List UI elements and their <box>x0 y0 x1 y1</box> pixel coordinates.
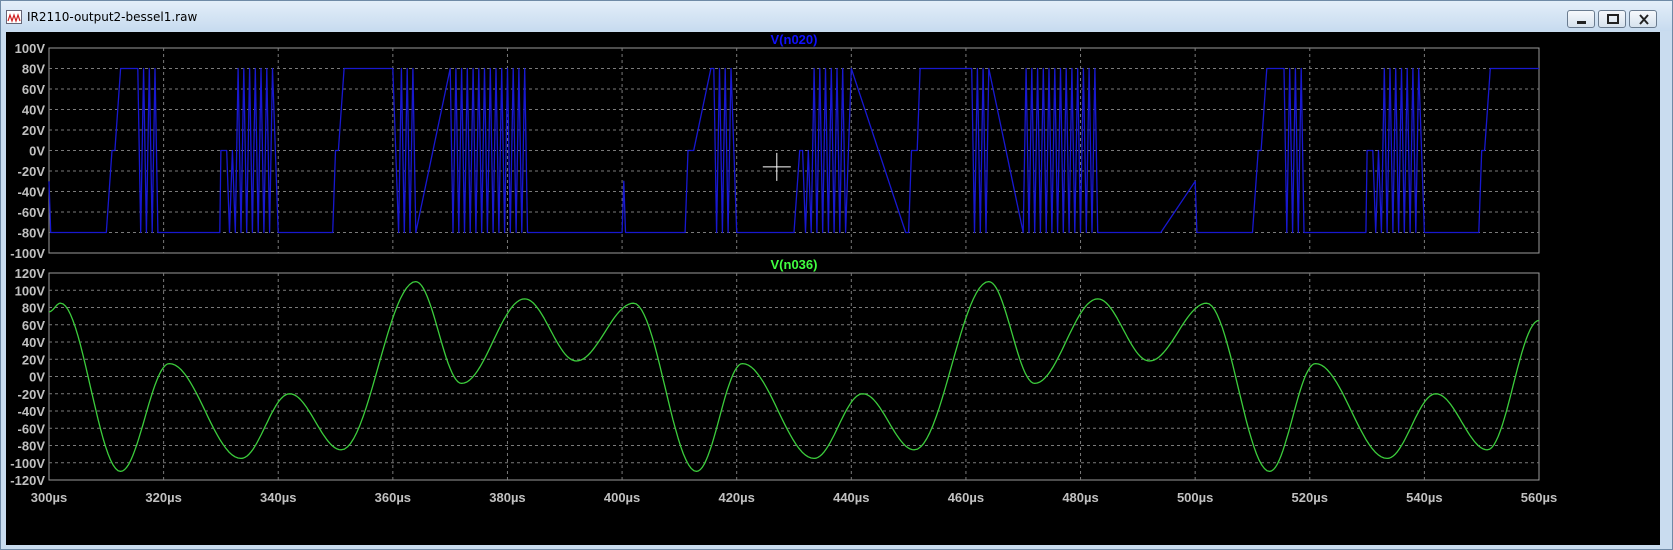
y-tick-label: 0V <box>29 370 45 385</box>
y-tick-label: 0V <box>29 144 45 159</box>
pane-title: V(n020) <box>771 32 818 47</box>
maximize-button[interactable] <box>1598 10 1626 28</box>
y-tick-label: 40V <box>22 103 45 118</box>
x-tick-label: 480µs <box>1062 490 1098 505</box>
y-tick-label: 40V <box>22 335 45 350</box>
y-tick-label: -100V <box>10 246 45 261</box>
y-tick-label: -60V <box>18 421 46 436</box>
window-title: IR2110-output2-bessel1.raw <box>27 10 198 24</box>
y-tick-label: -40V <box>18 185 46 200</box>
y-tick-label: -20V <box>18 387 46 402</box>
x-tick-label: 460µs <box>948 490 984 505</box>
x-tick-label: 380µs <box>489 490 525 505</box>
x-tick-label: 540µs <box>1406 490 1442 505</box>
y-tick-label: 80V <box>22 301 45 316</box>
plot-area[interactable]: 100V 80V 60V 40V 20V 0V -20V -40V -60V -80V -100V V… <box>6 32 1660 545</box>
waveform-window: IR2110-output2-bessel1.raw 100V 80V 60V 40V… <box>0 0 1673 550</box>
y-tick-label: 100V <box>15 41 46 56</box>
y-tick-label: 20V <box>22 352 45 367</box>
close-button[interactable] <box>1629 10 1657 28</box>
y-tick-label: 20V <box>22 123 45 138</box>
y-tick-label: -80V <box>18 439 46 454</box>
y-tick-label: 80V <box>22 62 45 77</box>
y-tick-label: -60V <box>18 205 46 220</box>
x-tick-label: 500µs <box>1177 490 1213 505</box>
close-icon <box>1639 14 1649 25</box>
y-tick-label: 120V <box>15 266 46 281</box>
minimize-icon <box>1577 21 1586 24</box>
y-tick-label: 60V <box>22 82 45 97</box>
y-tick-label: -120V <box>10 473 45 488</box>
x-tick-label: 400µs <box>604 490 640 505</box>
y-tick-label: 100V <box>15 283 46 298</box>
x-tick-label: 300µs <box>31 490 67 505</box>
pane-title: V(n036) <box>771 257 818 272</box>
x-tick-label: 360µs <box>375 490 411 505</box>
y-tick-label: -20V <box>18 164 46 179</box>
restore-icon <box>1607 14 1619 24</box>
y-tick-label: -80V <box>18 226 46 241</box>
y-tick-label: -40V <box>18 404 46 419</box>
x-tick-label: 560µs <box>1521 490 1557 505</box>
y-tick-label: 60V <box>22 318 45 333</box>
x-tick-label: 340µs <box>260 490 296 505</box>
x-tick-label: 420µs <box>718 490 754 505</box>
waveform-plots[interactable]: 100V 80V 60V 40V 20V 0V -20V -40V -60V -80V -100V V… <box>6 32 1660 545</box>
title-bar[interactable]: IR2110-output2-bessel1.raw <box>1 1 1672 31</box>
waveform-viewer-icon <box>6 10 22 24</box>
minimize-button[interactable] <box>1567 10 1595 28</box>
x-tick-label: 520µs <box>1292 490 1328 505</box>
x-tick-label: 320µs <box>145 490 181 505</box>
x-tick-label: 440µs <box>833 490 869 505</box>
y-tick-label: -100V <box>10 456 45 471</box>
